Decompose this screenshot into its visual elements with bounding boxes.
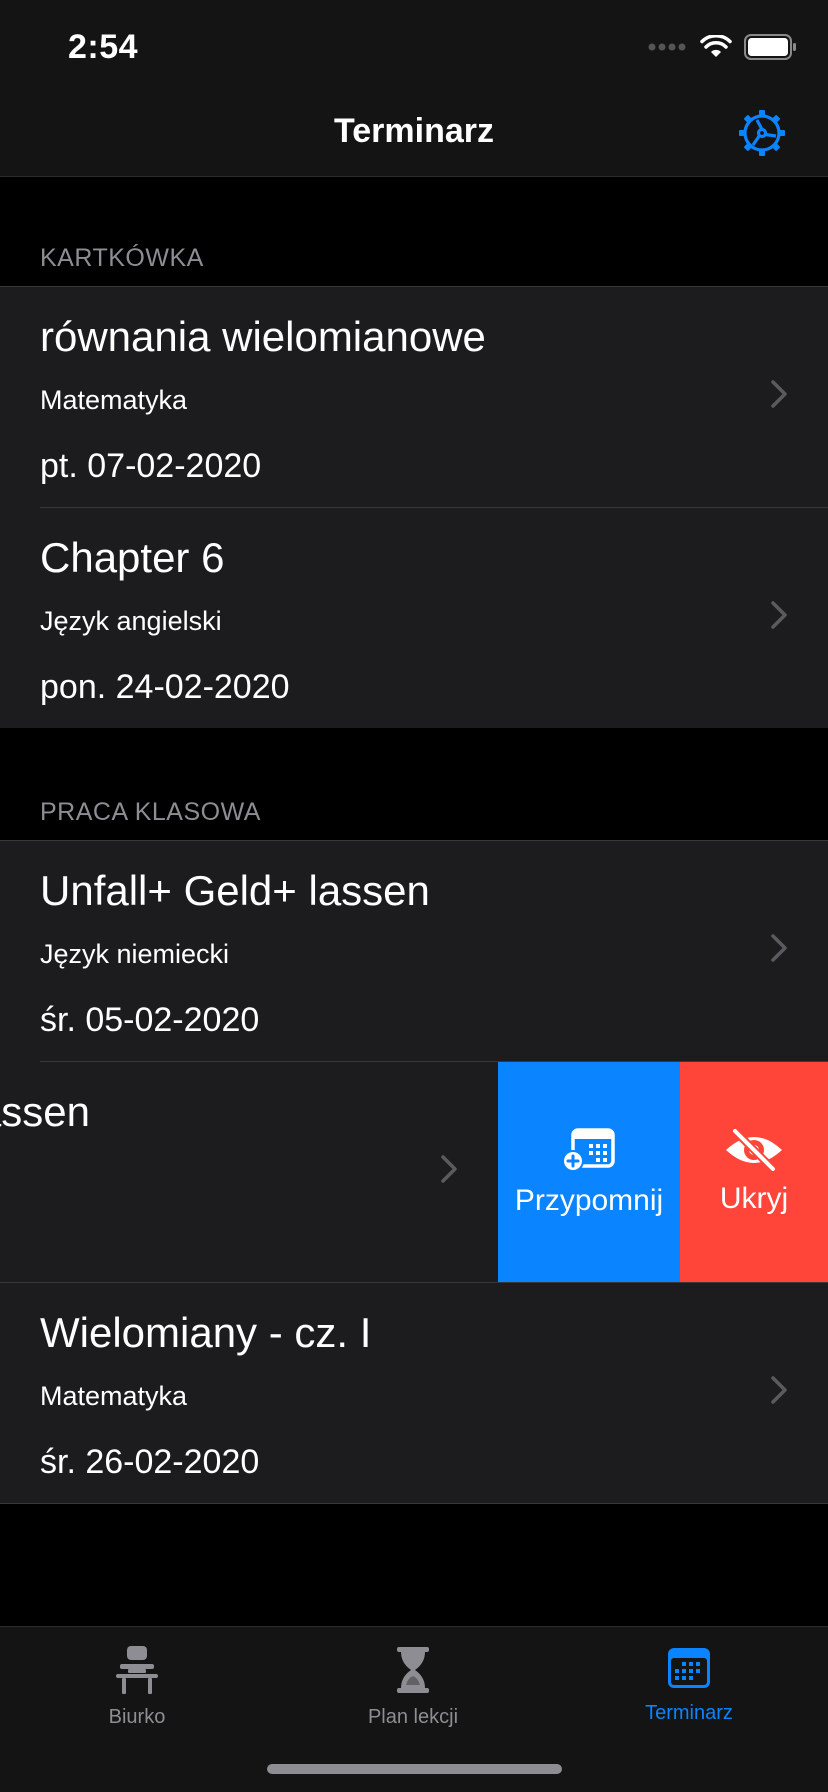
section-group-kartkowka: równania wielomianowe Matematyka pt. 07-… [0,286,828,728]
swiped-row-content[interactable]: assen [0,1062,498,1282]
item-date: śr. 26-02-2020 [40,1443,260,1481]
calendar-add-icon [562,1128,615,1172]
item-subject: Język niemiecki [40,939,230,969]
item-date: śr. 05-02-2020 [40,1001,260,1039]
tab-label: Biurko [108,1706,166,1728]
remind-label: Przypomnij [514,1184,664,1217]
list-item[interactable]: Chapter 6 Język angielski pon. 24-02-202… [0,508,828,728]
hourglass-icon [397,1647,429,1693]
tab-biurko[interactable]: Biurko [37,1645,237,1729]
item-title: assen [0,1088,90,1135]
swiped-list-item[interactable]: assen Przypomnij [0,1062,828,1282]
item-date: pt. 07-02-2020 [40,447,262,485]
home-indicator [267,1764,562,1774]
tab-plan-lekcji[interactable]: Plan lekcji [313,1645,513,1729]
tab-label: Terminarz [645,1702,733,1724]
eye-slash-icon [726,1128,782,1172]
page-title: Terminarz [334,112,494,150]
chevron-right-icon [771,601,787,629]
wifi-icon [700,35,732,57]
list-item[interactable]: Wielomiany - cz. I Matematyka śr. 26-02-… [0,1283,828,1503]
list-item[interactable]: równania wielomianowe Matematyka pt. 07-… [0,287,828,507]
tab-terminarz[interactable]: Terminarz [589,1645,789,1725]
hide-label: Ukryj [719,1182,789,1215]
chevron-right-icon [771,1376,787,1404]
remind-button[interactable]: Przypomnij [498,1062,680,1282]
section-header-praca-klasowa: PRACA KLASOWA [40,798,261,826]
chevron-right-icon [771,380,787,408]
battery-icon [744,34,796,60]
hide-button[interactable]: Ukryj [680,1062,828,1282]
status-icons [648,34,798,60]
tab-label: Plan lekcji [367,1706,459,1728]
status-bar: 2:54 [0,0,828,95]
item-subject: Język angielski [40,606,222,636]
item-title: Wielomiany - cz. I [40,1309,372,1356]
desk-icon [116,1646,158,1694]
cellular-signal-icon [648,43,686,51]
navigation-bar: Terminarz [0,95,828,177]
item-title: Unfall+ Geld+ lassen [40,867,430,914]
item-title: równania wielomianowe [40,313,486,360]
item-subject: Matematyka [40,385,188,415]
section-header-kartkowka: KARTKÓWKA [40,244,204,272]
item-title: Chapter 6 [40,534,225,581]
calendar-icon [668,1648,710,1688]
list-item[interactable]: Unfall+ Geld+ lassen Język niemiecki śr.… [0,841,828,1061]
chevron-right-icon [771,934,787,962]
chevron-right-icon [441,1155,457,1183]
section-group-praca-klasowa: Unfall+ Geld+ lassen Język niemiecki śr.… [0,840,828,1504]
item-subject: Matematyka [40,1381,188,1411]
item-date: pon. 24-02-2020 [40,668,290,706]
status-time: 2:54 [68,28,139,66]
gear-icon[interactable] [736,107,788,159]
